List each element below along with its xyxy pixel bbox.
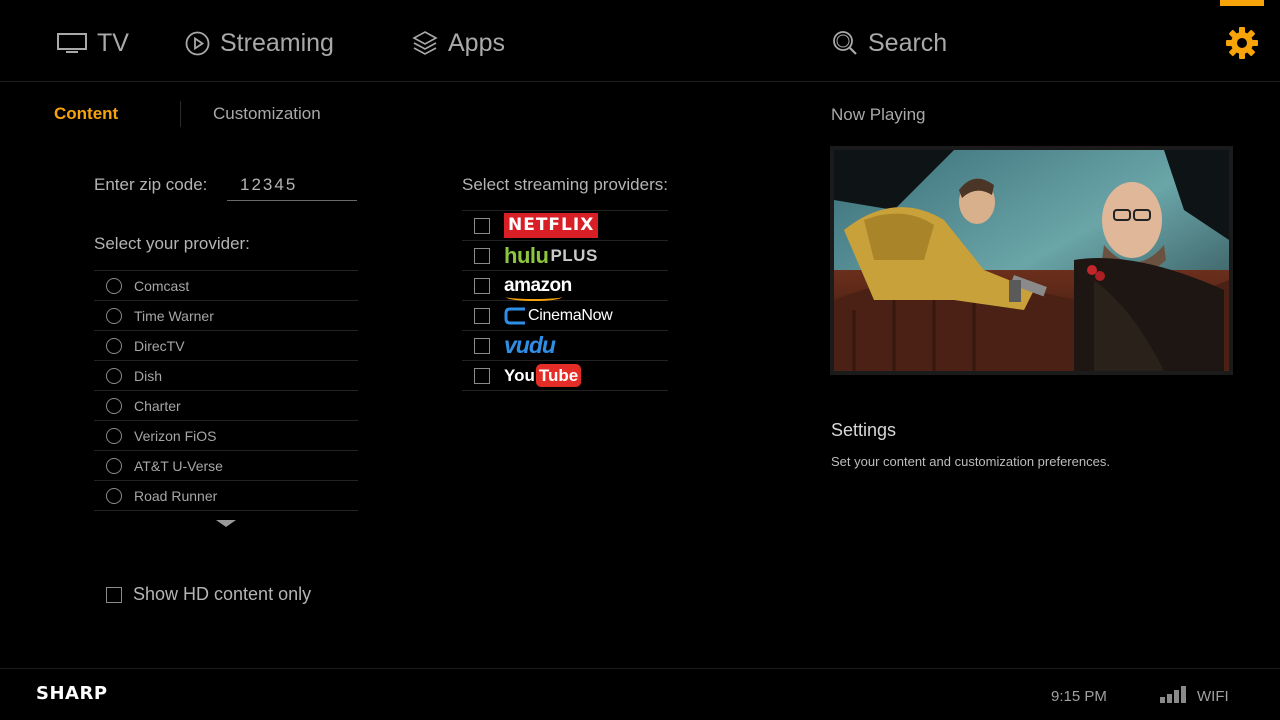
nav-streaming[interactable]: Streaming [185, 26, 334, 60]
hd-only-option[interactable]: Show HD content only [106, 584, 311, 605]
streaming-option-hulu[interactable]: hulu PLUS [462, 241, 668, 271]
radio-button[interactable] [106, 277, 122, 294]
youtube-you-text: You [504, 365, 535, 385]
netflix-logo: NETFLIX [504, 213, 599, 238]
provider-option[interactable]: AT&T U-Verse [94, 451, 358, 481]
radio-button[interactable] [106, 487, 122, 504]
provider-option[interactable]: Road Runner [94, 481, 358, 511]
zip-code-field[interactable]: 12345 [227, 170, 357, 201]
amazon-logo: amazon [504, 273, 572, 301]
provider-title: Select your provider: [94, 234, 250, 253]
gear-icon [1226, 27, 1258, 59]
provider-option[interactable]: Verizon FiOS [94, 421, 358, 451]
provider-label: Verizon FiOS [134, 427, 217, 444]
tab-content[interactable]: Content [54, 104, 118, 124]
streaming-option-amazon[interactable]: amazon [462, 271, 668, 301]
clock: 9:15 PM [1051, 688, 1107, 705]
provider-label: Road Runner [134, 487, 218, 504]
footer: SHARP 9:15 PM WIFI [0, 668, 1280, 720]
provider-label: Time Warner [134, 307, 214, 324]
streaming-option-youtube[interactable]: You Tube [462, 361, 668, 391]
streaming-option-vudu[interactable]: vudu [462, 331, 668, 361]
settings-description: Set your content and customization prefe… [831, 454, 1110, 469]
amazon-smile-icon [506, 293, 562, 301]
radio-button[interactable] [106, 307, 122, 324]
search-icon [833, 31, 857, 55]
checkbox[interactable] [474, 367, 490, 384]
provider-option[interactable]: Dish [94, 361, 358, 391]
provider-label: AT&T U-Verse [134, 457, 223, 474]
play-icon [185, 31, 210, 55]
radio-button[interactable] [106, 367, 122, 384]
signal-strength-icon [1160, 686, 1186, 703]
streaming-title: Select streaming providers: [462, 175, 668, 194]
checkbox[interactable] [474, 277, 490, 294]
settings-button[interactable] [1220, 0, 1264, 70]
radio-button[interactable] [106, 397, 122, 414]
provider-option[interactable]: Charter [94, 391, 358, 421]
nav-streaming-label: Streaming [220, 28, 334, 57]
radio-button[interactable] [106, 457, 122, 474]
hulu-plus-logo: hulu PLUS [504, 243, 598, 269]
now-playing-thumbnail [834, 150, 1229, 371]
radio-button[interactable] [106, 427, 122, 444]
hulu-plus-text: PLUS [550, 245, 598, 265]
provider-label: Comcast [134, 277, 190, 294]
provider-option[interactable]: Comcast [94, 271, 358, 301]
zip-label: Enter zip code: [94, 175, 208, 194]
hd-only-label: Show HD content only [133, 584, 312, 604]
youtube-tube-text: Tube [535, 364, 582, 387]
vudu-logo: vudu [504, 332, 556, 358]
checkbox[interactable] [474, 217, 490, 234]
youtube-logo: You Tube [504, 363, 582, 389]
streaming-list: NETFLIX hulu PLUS amazon CinemaNow vudu Y… [462, 210, 668, 391]
cinemanow-logo: CinemaNow [504, 303, 613, 329]
cinemanow-logo-text: CinemaNow [528, 306, 613, 324]
provider-option[interactable]: Time Warner [94, 301, 358, 331]
checkbox[interactable] [474, 337, 490, 354]
sharp-logo: SHARP [36, 683, 108, 704]
radio-button[interactable] [106, 337, 122, 354]
top-nav: TV Streaming Apps Search [0, 0, 1280, 82]
hulu-logo-text: hulu [504, 242, 549, 268]
provider-list: Comcast Time Warner DirecTV Dish Charter… [94, 270, 358, 511]
hd-only-checkbox[interactable] [106, 586, 122, 603]
tab-customization[interactable]: Customization [213, 104, 321, 124]
layers-icon [412, 31, 438, 55]
cinemanow-c-icon [504, 307, 525, 324]
provider-label: DirecTV [134, 337, 185, 354]
now-playing-video[interactable] [830, 146, 1233, 375]
nav-apps-label: Apps [448, 28, 505, 57]
provider-option[interactable]: DirecTV [94, 331, 358, 361]
tv-icon [57, 33, 87, 53]
chevron-down-icon[interactable] [216, 520, 236, 527]
streaming-option-cinemanow[interactable]: CinemaNow [462, 301, 668, 331]
provider-label: Dish [134, 367, 163, 384]
now-playing-title: Now Playing [831, 105, 926, 124]
tab-divider [180, 101, 181, 127]
settings-title: Settings [831, 420, 897, 440]
active-indicator [1220, 0, 1264, 6]
nav-tv-label: TV [97, 28, 129, 57]
checkbox[interactable] [474, 307, 490, 324]
nav-tv[interactable]: TV [57, 26, 129, 60]
nav-apps[interactable]: Apps [412, 26, 505, 60]
nav-search[interactable]: Search [832, 26, 947, 60]
provider-label: Charter [134, 397, 181, 414]
nav-search-label: Search [868, 28, 948, 57]
checkbox[interactable] [474, 247, 490, 264]
streaming-option-netflix[interactable]: NETFLIX [462, 211, 668, 241]
network-label: WIFI [1197, 688, 1229, 705]
